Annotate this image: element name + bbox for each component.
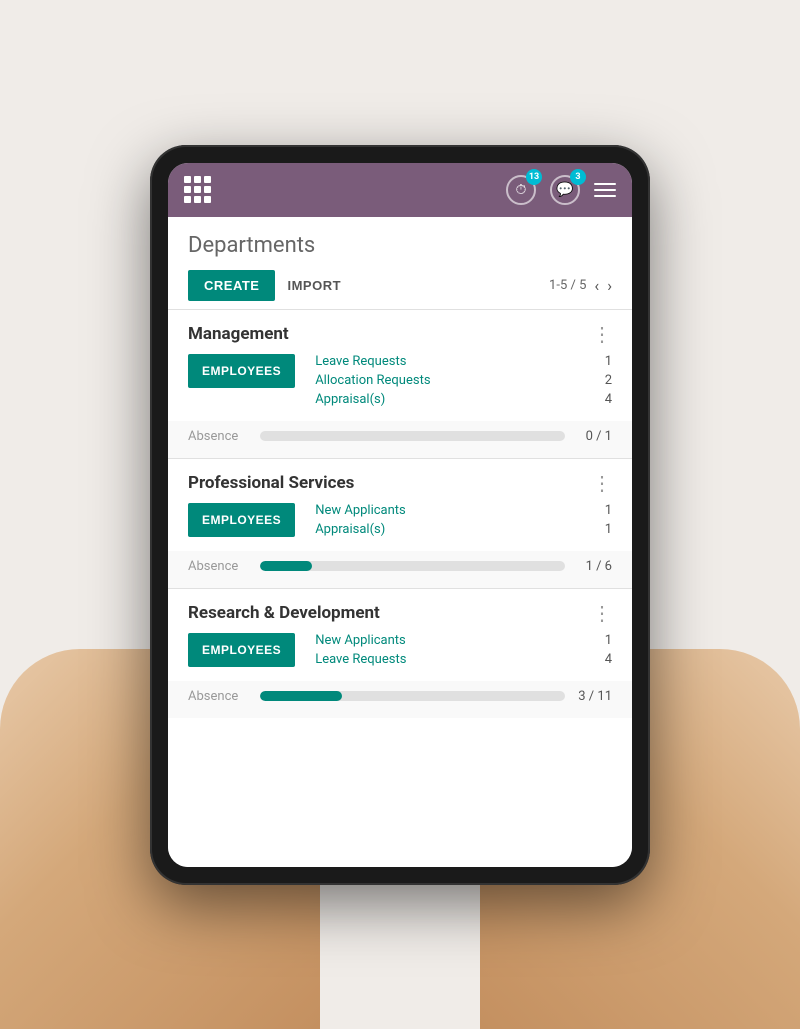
timer-badge: 13	[526, 169, 542, 185]
department-body: EMPLOYEES Leave Requests 1 Allocation Reque…	[168, 354, 632, 421]
department-stats: New Applicants 1 Appraisal(s) 1	[315, 503, 612, 537]
stat-value: 1	[605, 354, 612, 369]
department-list: Management ⋮ EMPLOYEES Leave Requests 1 Alloc…	[168, 309, 632, 718]
apps-icon[interactable]	[184, 176, 211, 203]
department-stats: New Applicants 1 Leave Requests 4	[315, 633, 612, 667]
pagination: 1-5 / 5 ‹ ›	[549, 276, 612, 295]
hamburger-menu-button[interactable]	[594, 183, 616, 197]
department-body: EMPLOYEES New Applicants 1 Appraisal(s) 1	[168, 503, 632, 551]
stat-label[interactable]: Leave Requests	[315, 652, 406, 667]
department-card: Management ⋮ EMPLOYEES Leave Requests 1 Alloc…	[168, 309, 632, 458]
absence-count: 1 / 6	[577, 559, 612, 574]
navbar: ⏱ 13 💬 3	[168, 163, 632, 217]
tablet-screen: ⏱ 13 💬 3 Departments	[168, 163, 632, 867]
department-name: Management	[188, 324, 289, 344]
department-footer: Absence 1 / 6	[168, 551, 632, 588]
page-header: Departments CREATE IMPORT 1-5 / 5 ‹ ›	[168, 217, 632, 309]
stat-row: New Applicants 1	[315, 633, 612, 648]
stat-row: Allocation Requests 2	[315, 373, 612, 388]
absence-label: Absence	[188, 559, 248, 574]
stat-label[interactable]: Appraisal(s)	[315, 392, 385, 407]
department-header: Professional Services ⋮	[168, 459, 632, 503]
toolbar: CREATE IMPORT 1-5 / 5 ‹ ›	[188, 270, 612, 301]
department-footer: Absence 0 / 1	[168, 421, 632, 458]
department-stats: Leave Requests 1 Allocation Requests 2 Appra…	[315, 354, 612, 407]
department-header: Management ⋮	[168, 310, 632, 354]
absence-label: Absence	[188, 689, 248, 704]
stat-label[interactable]: New Applicants	[315, 503, 406, 518]
stat-value: 1	[605, 633, 612, 648]
main-content: Departments CREATE IMPORT 1-5 / 5 ‹ › Ma…	[168, 217, 632, 867]
absence-bar	[260, 691, 565, 701]
department-footer: Absence 3 / 11	[168, 681, 632, 718]
department-header: Research & Development ⋮	[168, 589, 632, 633]
stat-value: 2	[605, 373, 612, 388]
page-title: Departments	[188, 233, 612, 258]
department-menu-button[interactable]: ⋮	[592, 473, 612, 493]
department-card: Professional Services ⋮ EMPLOYEES New Appli…	[168, 458, 632, 588]
create-button[interactable]: CREATE	[188, 270, 275, 301]
stat-row: Leave Requests 4	[315, 652, 612, 667]
absence-label: Absence	[188, 429, 248, 444]
pagination-text: 1-5 / 5	[549, 278, 586, 293]
department-menu-button[interactable]: ⋮	[592, 324, 612, 344]
department-card: Research & Development ⋮ EMPLOYEES New Appl…	[168, 588, 632, 718]
stat-label[interactable]: Allocation Requests	[315, 373, 430, 388]
stat-label[interactable]: New Applicants	[315, 633, 406, 648]
stat-label[interactable]: Leave Requests	[315, 354, 406, 369]
department-name: Professional Services	[188, 473, 354, 493]
employees-button[interactable]: EMPLOYEES	[188, 503, 295, 537]
stat-value: 4	[605, 652, 612, 667]
chat-button[interactable]: 💬 3	[550, 175, 580, 205]
prev-page-button[interactable]: ‹	[594, 276, 599, 295]
department-body: EMPLOYEES New Applicants 1 Leave Requests 4	[168, 633, 632, 681]
employees-button[interactable]: EMPLOYEES	[188, 633, 295, 667]
timer-button[interactable]: ⏱ 13	[506, 175, 536, 205]
stat-row: Appraisal(s) 4	[315, 392, 612, 407]
employees-button[interactable]: EMPLOYEES	[188, 354, 295, 388]
stat-value: 4	[605, 392, 612, 407]
stat-value: 1	[605, 503, 612, 518]
stat-label[interactable]: Appraisal(s)	[315, 522, 385, 537]
import-button[interactable]: IMPORT	[287, 278, 341, 293]
absence-bar-fill	[260, 691, 342, 701]
chat-badge: 3	[570, 169, 586, 185]
absence-count: 0 / 1	[577, 429, 612, 444]
stat-row: New Applicants 1	[315, 503, 612, 518]
absence-bar	[260, 561, 565, 571]
stat-row: Appraisal(s) 1	[315, 522, 612, 537]
tablet-device: ⏱ 13 💬 3 Departments	[150, 145, 650, 885]
department-name: Research & Development	[188, 603, 380, 623]
tablet-wrapper: ⏱ 13 💬 3 Departments	[0, 0, 800, 1029]
department-menu-button[interactable]: ⋮	[592, 603, 612, 623]
next-page-button[interactable]: ›	[607, 276, 612, 295]
absence-bar	[260, 431, 565, 441]
absence-bar-fill	[260, 561, 312, 571]
absence-count: 3 / 11	[577, 689, 612, 704]
stat-row: Leave Requests 1	[315, 354, 612, 369]
stat-value: 1	[605, 522, 612, 537]
nav-right: ⏱ 13 💬 3	[506, 175, 616, 205]
